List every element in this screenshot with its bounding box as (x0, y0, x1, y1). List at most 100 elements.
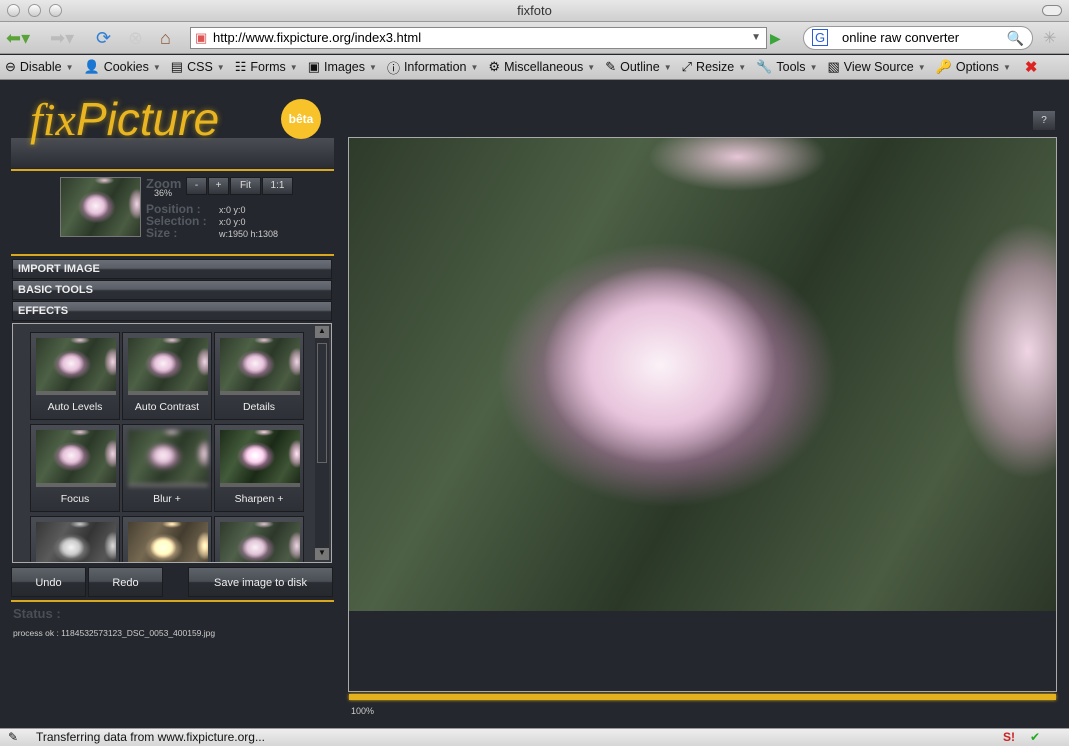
toolbar-menu-css[interactable]: ▤ CSS ▼ (171, 59, 225, 75)
dropdown-arrow-icon: ▼ (65, 62, 74, 72)
toolbar-menu-disable[interactable]: ⊖ Disable ▼ (5, 59, 74, 75)
menu-label: Disable (19, 60, 62, 74)
fixpicture-logo: fixPicture (30, 92, 219, 146)
zoom-in-button[interactable]: + (208, 177, 229, 195)
scroll-down-icon[interactable]: ▼ (315, 548, 329, 560)
progress-fill (349, 694, 1056, 700)
window-title: fixfoto (517, 3, 552, 18)
menu-label: Outline (620, 60, 660, 74)
dropdown-arrow-icon: ▼ (663, 62, 672, 72)
zoom-fit-button[interactable]: Fit (230, 177, 261, 195)
s-addon-icon[interactable]: S! (1003, 729, 1015, 746)
minimize-window-button[interactable] (28, 4, 41, 17)
options-icon: 🔑 (935, 59, 952, 74)
toolbar-menu-information[interactable]: ⓘ Information ▼ (387, 58, 478, 77)
image-canvas[interactable] (349, 138, 1056, 611)
toolbar-menu-miscellaneous[interactable]: ⚙ Miscellaneous ▼ (488, 59, 595, 75)
effect-label: Sharpen + (234, 493, 284, 505)
effect-item[interactable] (30, 516, 120, 562)
toolbar-menu-cookies[interactable]: 👤 Cookies ▼ (84, 59, 161, 75)
effect-blur[interactable]: Blur + (122, 424, 212, 512)
reload-icon[interactable]: ⟳ (96, 27, 111, 49)
check-icon[interactable]: ✔ (1030, 729, 1040, 746)
toolbar-menu-view-source[interactable]: ▧ View Source ▼ (827, 59, 925, 75)
outline-icon: ✎ (605, 59, 617, 74)
toolbar-menu-resize[interactable]: ⤢ Resize ▼ (682, 59, 747, 75)
save-image-button[interactable]: Save image to disk (188, 567, 333, 597)
zoom-actual-button[interactable]: 1:1 (262, 177, 293, 195)
transfer-icon: ✎ (8, 730, 19, 744)
zoom-window-button[interactable] (49, 4, 62, 17)
close-toolbar-icon[interactable]: ✖ (1025, 58, 1038, 76)
dropdown-arrow-icon: ▼ (1002, 62, 1011, 72)
effects-panel: Auto Levels Auto Contrast Details Focus Blur… (12, 323, 332, 563)
effect-details[interactable]: Details (214, 332, 304, 420)
browser-statusbar: ✎ Transferring data from www.fixpicture.… (0, 728, 1069, 746)
effect-preview (128, 338, 208, 395)
effect-label: Details (242, 401, 276, 413)
scroll-thumb[interactable] (317, 343, 327, 463)
menu-label: Information (403, 60, 467, 74)
forward-icon[interactable]: ➡▾ (50, 27, 74, 49)
resize-icon: ⤢ (681, 59, 693, 74)
search-input[interactable]: G online raw converter 🔍 (803, 26, 1033, 50)
toolbar-toggle-button[interactable] (1042, 5, 1062, 16)
effect-label: Auto Contrast (134, 401, 200, 413)
close-window-button[interactable] (7, 4, 20, 17)
menu-label: Cookies (103, 60, 149, 74)
information-icon: ⓘ (386, 60, 400, 76)
redo-button[interactable]: Redo (88, 567, 163, 597)
scroll-up-icon[interactable]: ▲ (315, 326, 329, 338)
status-text: process ok : 1184532573123_DSC_0053_4001… (13, 628, 216, 638)
undo-button[interactable]: Undo (11, 567, 86, 597)
go-icon[interactable]: ▶ (770, 27, 781, 49)
effect-auto-contrast[interactable]: Auto Contrast (122, 332, 212, 420)
effect-sharpen[interactable]: Sharpen + (214, 424, 304, 512)
site-favicon: ▣ (195, 30, 208, 45)
progress-bar (349, 694, 1056, 700)
toolbar-menu-options[interactable]: 🔑 Options ▼ (936, 59, 1011, 75)
dropdown-arrow-icon: ▼ (917, 62, 926, 72)
search-value: online raw converter (842, 30, 960, 45)
back-icon[interactable]: ⬅▾ (6, 27, 30, 49)
divider (11, 600, 334, 602)
forms-icon: ☷ (234, 59, 247, 74)
url-dropdown-icon[interactable]: ▼ (751, 28, 761, 48)
window-titlebar: fixfoto (0, 0, 1069, 22)
effect-label: Blur + (153, 493, 181, 505)
logo-fix: fix (30, 94, 76, 145)
size-label: Size : (146, 226, 178, 240)
toolbar-menu-images[interactable]: ▣ Images ▼ (308, 59, 377, 75)
section-basic-tools[interactable]: BASIC TOOLS (12, 280, 332, 300)
effect-focus[interactable]: Focus (30, 424, 120, 512)
miscellaneous-icon: ⚙ (488, 59, 501, 74)
effect-item[interactable] (214, 516, 304, 562)
effects-scrollbar[interactable]: ▲ ▼ (315, 326, 329, 560)
toolbar-menu-tools[interactable]: 🔧 Tools ▼ (756, 59, 817, 75)
effect-label: Focus (60, 493, 90, 505)
beta-badge: bêta (281, 99, 321, 139)
section-effects[interactable]: EFFECTS (12, 301, 332, 321)
css-icon: ▤ (170, 59, 184, 74)
dropdown-arrow-icon: ▼ (152, 62, 161, 72)
navigation-toolbar: ⬅▾ ➡▾ ⟳ ⊗ ⌂ ▣ http://www.fixpicture.org/… (0, 22, 1069, 54)
home-icon[interactable]: ⌂ (160, 27, 171, 49)
menu-label: Tools (776, 60, 806, 74)
toolbar-menu-outline[interactable]: ✎ Outline ▼ (605, 59, 671, 75)
effect-preview (36, 522, 116, 562)
disable-icon: ⊖ (5, 59, 16, 74)
effect-preview (220, 522, 300, 562)
image-thumbnail[interactable] (60, 177, 141, 237)
search-engine-icon[interactable]: G (812, 29, 828, 46)
section-import-image[interactable]: IMPORT IMAGE (12, 259, 332, 279)
menu-label: Forms (250, 60, 286, 74)
stop-icon[interactable]: ⊗ (128, 27, 143, 49)
search-icon[interactable]: 🔍 (1007, 27, 1024, 49)
url-field[interactable]: ▣ http://www.fixpicture.org/index3.html … (190, 27, 767, 49)
zoom-out-button[interactable]: - (186, 177, 207, 195)
effect-item[interactable] (122, 516, 212, 562)
help-button[interactable]: ? (1033, 111, 1055, 130)
toolbar-menu-forms[interactable]: ☷ Forms ▼ (235, 59, 298, 75)
menu-label: Images (324, 60, 366, 74)
effect-auto-levels[interactable]: Auto Levels (30, 332, 120, 420)
